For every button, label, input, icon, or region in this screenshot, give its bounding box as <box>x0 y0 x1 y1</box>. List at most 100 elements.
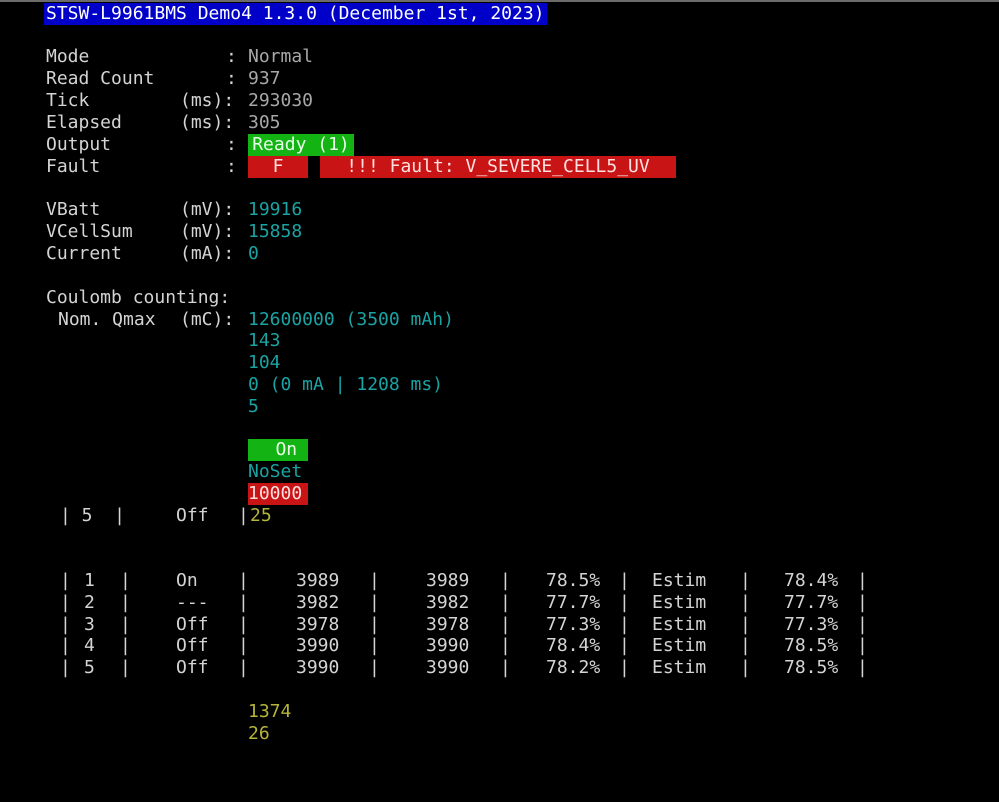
qmax-label: Nom. Qmax <box>58 309 156 330</box>
balance-value-badge: 10000 <box>248 483 308 505</box>
column-separator: | <box>238 635 249 657</box>
column-separator: | <box>619 613 630 635</box>
column-separator: | <box>369 613 380 635</box>
column-separator: | <box>500 613 511 635</box>
tick-label: Tick <box>46 90 90 111</box>
terminal-screen: STSW-L9961BMS Demo4 1.3.0 (December 1st,… <box>0 0 999 802</box>
cell-v2: 3982 <box>426 591 470 613</box>
cell-bal: On <box>176 570 198 591</box>
cell-type: Estim <box>652 591 707 613</box>
cell-bal: Off <box>176 657 209 679</box>
column-separator: | <box>740 635 751 657</box>
elapsed-unit: (ms): <box>180 112 235 133</box>
cell-soc: 78.5% <box>546 570 601 591</box>
balance-state-badge: On <box>248 439 308 461</box>
cell-soc: 77.3% <box>546 613 601 635</box>
cell-v1: 3982 <box>296 591 340 613</box>
column-separator: | <box>238 591 249 613</box>
balance-mode-value: NoSet <box>248 461 303 482</box>
cell-v2: 3989 <box>426 570 470 591</box>
cell-soc2: 78.4% <box>784 570 839 591</box>
partial-row-state: Off <box>176 505 209 526</box>
cell-soc: 78.4% <box>546 635 601 657</box>
cell-idx: 3 <box>84 613 95 635</box>
column-separator: | <box>60 570 71 591</box>
fault-separator: : <box>226 156 237 177</box>
cell-bal: Off <box>176 635 209 657</box>
cell-idx: 1 <box>84 570 95 591</box>
column-separator: | <box>60 591 71 613</box>
column-separator: | <box>238 657 249 679</box>
column-separator: | <box>740 657 751 679</box>
current-unit: (mA): <box>180 243 235 264</box>
column-separator: | <box>619 591 630 613</box>
qmax-value: 12600000 (3500 mAh) <box>248 309 454 330</box>
current-label: Current <box>46 243 122 264</box>
column-separator: | <box>369 635 380 657</box>
mode-value: Normal <box>248 46 314 67</box>
qmax-unit: (mC): <box>180 309 235 330</box>
column-separator: | <box>120 591 131 613</box>
cell-type: Estim <box>652 613 707 635</box>
cell-v1: 3978 <box>296 613 340 635</box>
column-separator: | <box>369 657 380 679</box>
column-separator: | <box>500 657 511 679</box>
output-label: Output <box>46 134 112 155</box>
vbatt-label: VBatt <box>46 199 101 220</box>
column-separator: | <box>60 613 71 635</box>
footer-value-1: 1374 <box>248 701 292 722</box>
column-separator: | <box>500 570 511 591</box>
cell-soc2: 77.3% <box>784 613 839 635</box>
column-separator: | <box>857 570 868 591</box>
cell-v2: 3990 <box>426 657 470 679</box>
cell-type: Estim <box>652 635 707 657</box>
vbatt-value: 19916 <box>248 199 303 220</box>
column-separator: | <box>238 570 249 591</box>
cell-v2: 3990 <box>426 635 470 657</box>
vcellsum-unit: (mV): <box>180 221 235 242</box>
column-separator: | <box>120 613 131 635</box>
coulomb-value-5: 5 <box>248 396 259 417</box>
column-separator: | <box>120 635 131 657</box>
cell-idx: 2 <box>84 591 95 613</box>
column-separator: | <box>369 591 380 613</box>
cell-soc2: 78.5% <box>784 635 839 657</box>
column-separator: | <box>857 613 868 635</box>
cell-soc2: 77.7% <box>784 591 839 613</box>
column-separator: | <box>619 657 630 679</box>
partial-row-value: 25 <box>250 505 272 526</box>
column-separator: | <box>857 657 868 679</box>
tick-value: 293030 <box>248 90 314 111</box>
column-separator: | <box>857 635 868 657</box>
output-separator: : <box>226 134 237 155</box>
column-separator: | <box>60 657 71 679</box>
cell-idx: 4 <box>84 635 95 657</box>
column-separator: | <box>369 570 380 591</box>
vcellsum-value: 15858 <box>248 221 303 242</box>
column-separator: | <box>619 570 630 591</box>
fault-message-badge: !!! Fault: V_SEVERE_CELL5_UV <box>320 156 676 178</box>
column-separator: | <box>120 570 131 591</box>
partial-row-bar: | <box>238 505 249 526</box>
cell-bal: --- <box>176 591 209 613</box>
column-separator: | <box>500 591 511 613</box>
column-separator: | <box>238 613 249 635</box>
cell-soc2: 78.5% <box>784 657 839 679</box>
read-count-label: Read Count <box>46 68 155 89</box>
fault-flag-badge: F <box>248 156 308 178</box>
read-count-value: 937 <box>248 68 281 89</box>
elapsed-label: Elapsed <box>46 112 122 133</box>
mode-label: Mode <box>46 46 90 67</box>
column-separator: | <box>619 635 630 657</box>
partial-row-lead: | 5 | <box>60 505 126 526</box>
cell-bal: Off <box>176 613 209 635</box>
balance-state-text: On <box>275 439 298 460</box>
column-separator: | <box>740 570 751 591</box>
app-title: STSW-L9961BMS Demo4 1.3.0 (December 1st,… <box>44 3 547 25</box>
cell-v1: 3990 <box>296 635 340 657</box>
cell-soc: 78.2% <box>546 657 601 679</box>
coulomb-value-2: 143 <box>248 330 281 351</box>
column-separator: | <box>500 635 511 657</box>
output-status-badge: Ready (1) <box>248 134 354 156</box>
footer-value-2: 26 <box>248 723 270 744</box>
